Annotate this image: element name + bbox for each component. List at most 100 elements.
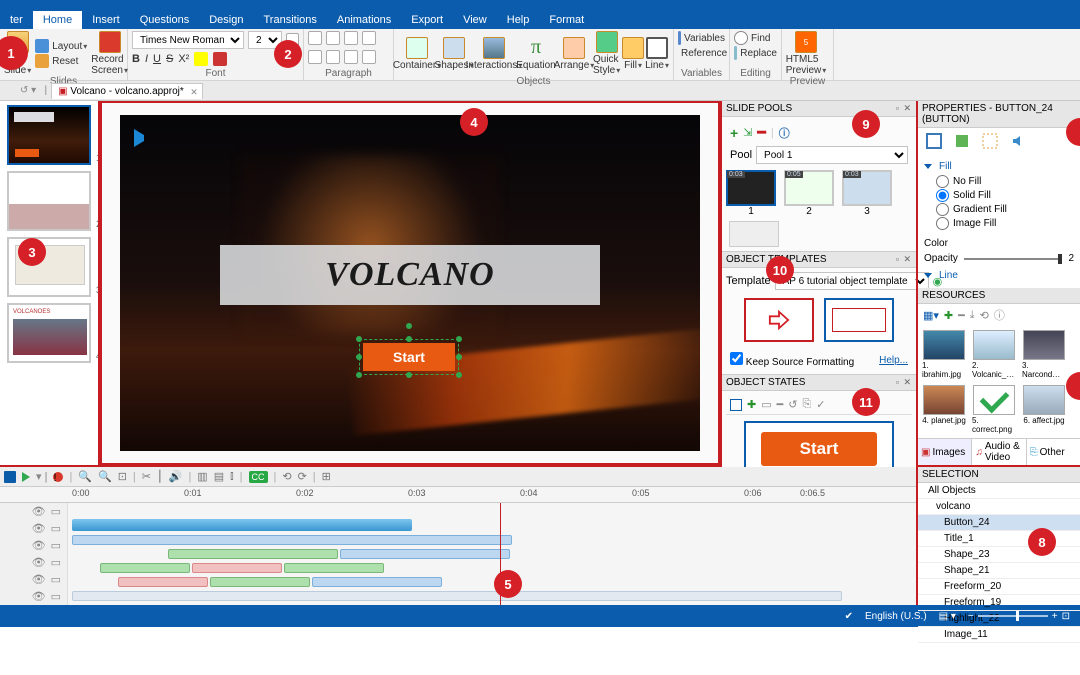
sel-shape23[interactable]: Shape_23 [918, 547, 1080, 563]
thumb-2[interactable] [7, 171, 91, 231]
panel-controls-icon[interactable]: ▫ ✕ [896, 254, 912, 265]
align-left-icon[interactable] [308, 50, 322, 64]
arrange-button[interactable]: Arrange [556, 37, 592, 71]
track-clip-g1[interactable] [168, 549, 338, 559]
document-tab[interactable]: ▣ Volcano - volcano.approj* ✕ [51, 83, 203, 99]
fill-button[interactable]: Fill [622, 37, 644, 71]
tab-help[interactable]: Help [497, 11, 540, 29]
template-item-1[interactable] [744, 298, 814, 342]
sel-freeform19[interactable]: Freeform_19 [918, 595, 1080, 611]
thumb-1[interactable] [7, 105, 91, 165]
res-export-icon[interactable]: ⤓ [970, 309, 975, 322]
title-box[interactable]: VOLCANO [220, 245, 600, 305]
tl-error-icon[interactable]: ! [53, 472, 63, 482]
opacity-slider[interactable] [964, 258, 1063, 260]
variables-button[interactable]: Variables [678, 31, 725, 45]
timeline-ruler[interactable]: 0:00 0:01 0:02 0:03 0:04 0:05 0:06 0:06.… [0, 487, 916, 503]
record-screen-button[interactable]: Record Screen [91, 31, 128, 76]
audio-tab-icon[interactable] [1010, 133, 1026, 149]
interactivity-tab-icon[interactable] [982, 133, 998, 149]
solid-fill-radio[interactable]: Solid Fill [936, 189, 1074, 202]
help-link[interactable]: Help... [879, 355, 908, 366]
copy-state-icon[interactable]: ⎘ [802, 398, 811, 411]
replace-button[interactable]: Replace [734, 46, 777, 60]
track-lock-icon[interactable]: ▭ [51, 505, 61, 518]
tl-zoom-out-icon[interactable]: 🔍 [78, 470, 92, 483]
container-button[interactable]: Container [398, 37, 436, 71]
tab-insert[interactable]: Insert [82, 11, 130, 29]
res-item-3[interactable] [1023, 330, 1065, 360]
add-pool-icon[interactable]: + [730, 125, 738, 141]
res-info-icon[interactable]: ⓘ [994, 307, 1005, 323]
res-item-2[interactable] [973, 330, 1015, 360]
underline-button[interactable]: U [153, 53, 161, 65]
no-fill-radio[interactable]: No Fill [936, 175, 1074, 188]
bold-button[interactable]: B [132, 53, 140, 65]
resources-tab-images[interactable]: ▣Images [918, 439, 971, 465]
track-clip-b4[interactable] [72, 591, 842, 601]
track-clip-r2[interactable] [118, 577, 208, 587]
quick-style-button[interactable]: Quick Style [593, 31, 621, 76]
tab-presenter[interactable]: ter [0, 11, 33, 29]
interactions-button[interactable]: Interactions [472, 37, 516, 71]
tab-animations[interactable]: Animations [327, 11, 401, 29]
panel-controls-icon[interactable]: ▫ ✕ [896, 103, 912, 114]
pool-select[interactable]: Pool 1 [756, 146, 908, 164]
tl-fit-icon[interactable]: ⊡ [118, 470, 127, 483]
timeline-tracks[interactable]: 👁▭ 👁▭ 👁▭ 👁▭ 👁▭ 👁▭ [0, 503, 916, 605]
tl-snap-icon[interactable]: ⊞ [322, 470, 331, 483]
res-item-5[interactable] [973, 385, 1015, 415]
status-spellcheck-icon[interactable]: ✔ [845, 611, 853, 622]
res-replace-icon[interactable]: ⟲ [980, 309, 989, 322]
tab-home[interactable]: Home [33, 11, 82, 29]
template-select[interactable]: AP 6 tutorial object template [775, 272, 929, 290]
tl-volume-icon[interactable]: 🔊 [169, 470, 183, 483]
track-clip-g3[interactable] [284, 563, 384, 573]
reference-button[interactable]: Reference [678, 46, 725, 60]
pool-slide-3[interactable]: 0:03 [842, 170, 892, 206]
tab-export[interactable]: Export [401, 11, 453, 29]
zoom-out-icon[interactable]: − [968, 611, 974, 622]
track-audio[interactable] [72, 519, 412, 531]
tab-view[interactable]: View [453, 11, 497, 29]
template-item-2[interactable] [824, 298, 894, 342]
res-item-1[interactable] [923, 330, 965, 360]
align-justify-icon[interactable] [362, 50, 376, 64]
remove-state-icon[interactable]: ━ [777, 398, 784, 411]
sel-button24[interactable]: Button_24 [918, 515, 1080, 531]
zoom-in-icon[interactable]: + [1052, 611, 1058, 622]
sel-volcano[interactable]: volcano [918, 499, 1080, 515]
tl-insert2-icon[interactable]: ▤ [214, 470, 224, 483]
layout-button[interactable]: Layout [35, 39, 87, 53]
resources-tab-other[interactable]: ⎘Other [1026, 439, 1080, 465]
align-center-icon[interactable] [326, 50, 340, 64]
status-language[interactable]: English (U.S.) [865, 611, 927, 622]
tl-misc2-icon[interactable]: ⟳ [298, 470, 307, 483]
italic-button[interactable]: I [145, 53, 148, 65]
accept-state-icon[interactable]: ✓ [816, 398, 825, 411]
tab-questions[interactable]: Questions [130, 11, 200, 29]
tl-play-icon[interactable] [22, 472, 30, 482]
add-state-icon[interactable]: ✚ [747, 398, 756, 411]
tab-design[interactable]: Design [199, 11, 253, 29]
tl-zoom-in-icon[interactable]: 🔍 [98, 470, 112, 483]
res-item-4[interactable] [923, 385, 965, 415]
tl-rewind-icon[interactable] [4, 471, 16, 483]
status-view-icon[interactable]: ▤ ▾ [939, 611, 956, 622]
pool-slide-1[interactable]: 0:03 [726, 170, 776, 206]
superscript-button[interactable]: X² [178, 53, 189, 65]
remove-pool-icon[interactable]: ━ [757, 124, 765, 141]
track-clip-b3[interactable] [312, 577, 442, 587]
edit-state-icon[interactable] [730, 399, 742, 411]
zoom-control[interactable]: − + ⊡ [968, 611, 1070, 622]
find-button[interactable]: Find [734, 31, 777, 45]
tl-cut-icon[interactable]: ✂ [142, 470, 151, 483]
close-tab-icon[interactable]: ✕ [190, 87, 198, 98]
numbering-icon[interactable] [326, 31, 340, 45]
track-eye-icon[interactable]: 👁 [32, 505, 46, 518]
resources-tab-av[interactable]: ♫Audio & Video [971, 439, 1025, 465]
res-item-6[interactable] [1023, 385, 1065, 415]
tl-bars-icon[interactable]: ⫾ [230, 470, 234, 483]
style-tab-icon[interactable] [926, 133, 942, 149]
keep-formatting-checkbox[interactable]: Keep Source Formatting [730, 352, 854, 368]
